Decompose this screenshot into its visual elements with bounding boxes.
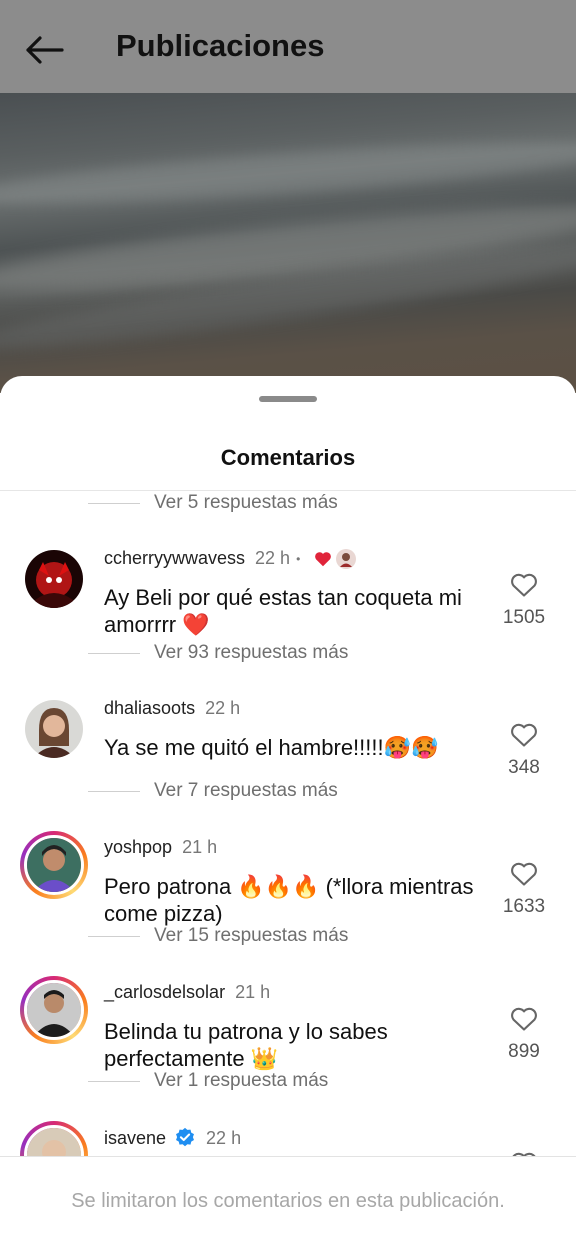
heart-outline-icon <box>511 573 537 597</box>
comment-text: Ya se me quitó el hambre!!!!!🥵🥵 <box>104 735 439 760</box>
top-bar: Publicaciones <box>0 0 576 93</box>
view-replies-link[interactable]: Ver 7 respuestas más <box>88 780 338 802</box>
heart-outline-icon <box>511 1007 537 1031</box>
back-button[interactable] <box>22 30 66 70</box>
comment-header: _carlosdelsolar 21 h <box>104 982 270 1003</box>
username[interactable]: dhaliasoots <box>104 698 195 719</box>
like-count: 1633 <box>502 896 546 917</box>
timestamp: 21 h <box>235 982 271 1002</box>
heart-outline-icon <box>511 862 537 886</box>
avatar-story-ring[interactable] <box>20 831 88 899</box>
comment-header: ccherryywwavess 22 h • <box>104 548 357 569</box>
username[interactable]: ccherryywwavess <box>104 548 245 569</box>
avatar[interactable] <box>25 700 83 758</box>
arrow-left-icon <box>26 36 64 64</box>
username[interactable]: _carlosdelsolar <box>104 982 225 1003</box>
heart-outline-icon <box>511 723 537 747</box>
drag-handle[interactable] <box>259 396 317 402</box>
verified-badge-icon <box>176 1127 195 1147</box>
creator-liked-heart-icon <box>315 551 332 566</box>
timestamp: 21 h <box>182 837 218 857</box>
creator-avatar-icon <box>336 548 357 569</box>
like-count: 348 <box>508 757 540 778</box>
avatar[interactable] <box>25 550 83 608</box>
comments-limited-footer: Se limitaron los comentarios en esta pub… <box>0 1156 576 1245</box>
view-replies-link[interactable]: Ver 1 respuesta más <box>88 1070 328 1092</box>
comment-text: Pero patrona 🔥🔥🔥 (*llora mientras come p… <box>104 874 474 926</box>
like-count: 899 <box>508 1041 540 1062</box>
timestamp: 22 h <box>206 1127 242 1148</box>
comment-header: yoshpop 21 h <box>104 837 217 858</box>
view-replies-link[interactable]: Ver 15 respuestas más <box>88 925 348 947</box>
separator-dot: • <box>296 551 301 566</box>
sheet-title: Comentarios <box>220 445 356 470</box>
page-title: Publicaciones <box>116 28 325 63</box>
comment-text: Belinda tu patrona y lo sabes perfectame… <box>104 1019 388 1071</box>
timestamp: 22 h <box>255 548 291 568</box>
post-image <box>0 93 576 393</box>
view-replies-link[interactable]: Ver 93 respuestas más <box>88 642 348 664</box>
avatar-story-ring[interactable] <box>20 976 88 1044</box>
comment-text: Ay Beli por qué estas tan coqueta mi amo… <box>104 585 462 637</box>
comment-header: isavene 22 h <box>104 1127 241 1149</box>
like-button[interactable]: 348 <box>494 722 554 779</box>
comment-header: dhaliasoots 22 h <box>104 698 240 719</box>
username[interactable]: yoshpop <box>104 837 172 858</box>
divider <box>0 490 576 491</box>
like-count: 1505 <box>502 607 546 628</box>
like-button[interactable]: 899 <box>494 1006 554 1063</box>
footer-notice: Se limitaron los comentarios en esta pub… <box>71 1189 505 1212</box>
like-button[interactable]: 1505 <box>494 572 554 629</box>
comments-sheet: Comentarios Ver 5 respuestas más ccherry… <box>0 376 576 1245</box>
view-replies-link[interactable]: Ver 5 respuestas más <box>88 492 338 514</box>
username[interactable]: isavene <box>104 1128 166 1149</box>
timestamp: 22 h <box>205 698 241 718</box>
like-button[interactable]: 1633 <box>494 861 554 918</box>
